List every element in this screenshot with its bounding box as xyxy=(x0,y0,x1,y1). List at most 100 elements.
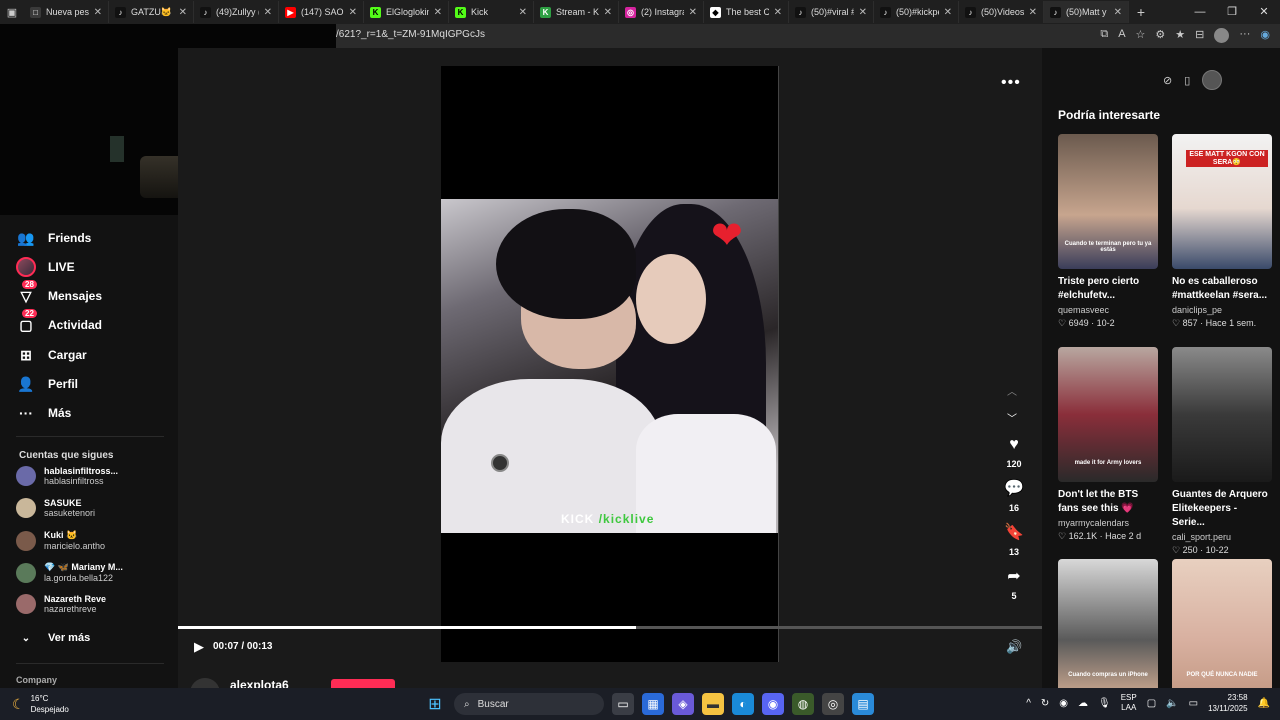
tab-close-icon[interactable]: ✕ xyxy=(1114,7,1122,18)
browser-tab[interactable]: ♪ (50)#viral # ✕ xyxy=(789,1,874,23)
windows-start-icon[interactable]: ⊞ xyxy=(424,693,446,715)
cloud-icon[interactable]: ☁ xyxy=(1078,698,1088,709)
refresh-icon[interactable]: ↻ xyxy=(1041,698,1049,709)
more-options-button[interactable]: ••• xyxy=(1001,74,1021,92)
collections-icon[interactable]: ⊟ xyxy=(1195,28,1204,43)
video-frame[interactable]: ❤ KICK /kicklive xyxy=(441,199,778,533)
card-author[interactable]: myarmycalendars xyxy=(1058,518,1158,528)
share-icon[interactable]: ➦ xyxy=(998,568,1030,586)
edge-icon[interactable]: ◐ xyxy=(732,693,754,715)
store-icon[interactable]: ▦ xyxy=(642,693,664,715)
tab-close-icon[interactable]: ✕ xyxy=(944,7,952,18)
tab-close-icon[interactable]: ✕ xyxy=(349,7,357,18)
tab-close-icon[interactable]: ✕ xyxy=(604,7,612,18)
following-account[interactable]: hablasinfiltross... hablasinfiltross xyxy=(16,466,118,486)
menu-icon[interactable]: ··· xyxy=(1239,28,1250,43)
tab-close-icon[interactable]: ✕ xyxy=(434,7,442,18)
comment-icon[interactable]: 💬 xyxy=(998,480,1030,498)
tab-actions-icon[interactable]: ▣ xyxy=(0,0,24,24)
browser-tab[interactable]: ▶ (147) SAOC ✕ xyxy=(279,1,364,23)
following-account[interactable]: Nazareth Reve nazarethreve xyxy=(16,594,106,614)
battery-icon[interactable]: ▭ xyxy=(1189,698,1198,709)
steam-icon[interactable]: ◉ xyxy=(1059,698,1068,709)
browser-tab[interactable]: ♪ (50)Matt y S ✕ xyxy=(1044,1,1129,23)
tab-close-icon[interactable]: ✕ xyxy=(774,7,782,18)
sidebar-item-friends[interactable]: 👥 Friends xyxy=(16,228,91,248)
browser-tab[interactable]: K Kick ✕ xyxy=(449,1,534,23)
progress-bar[interactable] xyxy=(178,626,1042,629)
profile-avatar[interactable] xyxy=(1214,28,1230,43)
volume-button[interactable]: 🔊 xyxy=(1006,639,1022,655)
task-view-icon[interactable]: ▭ xyxy=(612,693,634,715)
file-explorer-icon[interactable]: ▬ xyxy=(702,693,724,715)
tab-close-icon[interactable]: ✕ xyxy=(859,7,867,18)
new-tab-button[interactable]: + xyxy=(1129,4,1153,20)
card-author[interactable]: daniclips_pe xyxy=(1172,305,1272,315)
browser-tab[interactable]: □ Nueva pesta ✕ xyxy=(24,1,109,23)
favorite-icon[interactable]: ☆ xyxy=(1136,28,1146,43)
browser-tab[interactable]: ♪ (49)Zullyy (✕ xyxy=(194,1,279,23)
see-more-button[interactable]: ⌄ Ver más xyxy=(16,628,90,648)
tab-close-icon[interactable]: ✕ xyxy=(264,7,272,18)
sidebar-item-messages[interactable]: ▽ 28 Mensajes xyxy=(16,280,102,306)
heart-icon[interactable]: ♥ xyxy=(998,436,1030,454)
following-account[interactable]: Kuki 🐱 maricielo.antho xyxy=(16,530,105,551)
notifications-icon[interactable]: 🔔 xyxy=(1258,698,1270,709)
user-avatar[interactable] xyxy=(1202,70,1223,90)
microphone-icon[interactable]: 🎙 xyxy=(1098,698,1111,709)
weather-widget[interactable]: ☾ 16°C Despejado xyxy=(12,693,69,715)
card-author[interactable]: quemasveec xyxy=(1058,305,1158,315)
tab-close-icon[interactable]: ✕ xyxy=(519,7,527,18)
network-icon[interactable]: ▢ xyxy=(1147,698,1156,709)
video-thumbnail[interactable]: Cuando compras un iPhone xyxy=(1058,559,1158,694)
sidebar-item-more[interactable]: ··· Más xyxy=(16,403,71,423)
sidebar-item-activity[interactable]: ▢ 22 Actividad xyxy=(16,309,102,335)
recommended-video-card[interactable]: Cuando compras un iPhone xyxy=(1058,559,1158,694)
tab-close-icon[interactable]: ✕ xyxy=(1029,7,1037,18)
play-button[interactable]: ▶ xyxy=(194,639,204,655)
previous-video-button[interactable]: ︿ xyxy=(1007,383,1017,398)
browser-tab[interactable]: K Stream - Kic ✕ xyxy=(534,1,619,23)
recommended-video-card[interactable]: Guantes de Arquero Elitekeepers - Serie.… xyxy=(1172,347,1272,556)
recommended-video-card[interactable]: made it for Army lovers Don't let the BTS… xyxy=(1058,347,1158,542)
tab-close-icon[interactable]: ✕ xyxy=(689,7,697,18)
minimize-button[interactable]: — xyxy=(1184,0,1216,24)
card-title[interactable]: Guantes de Arquero Elitekeepers - Serie.… xyxy=(1172,488,1272,530)
tab-close-icon[interactable]: ✕ xyxy=(179,7,187,18)
video-thumbnail[interactable]: made it for Army lovers xyxy=(1058,347,1158,482)
bookmark-action[interactable]: 🔖 13 xyxy=(998,524,1030,557)
card-author[interactable]: cali_sport.peru xyxy=(1172,532,1272,542)
bookmark-icon[interactable]: 🔖 xyxy=(998,524,1030,542)
browser-tab[interactable]: ◆ The best Ch ✕ xyxy=(704,1,789,23)
video-thumbnail[interactable]: ESE MATT KGON CON SERA😳 xyxy=(1172,134,1272,269)
app-icon[interactable]: ◍ xyxy=(792,693,814,715)
discord-icon[interactable]: ◉ xyxy=(762,693,784,715)
next-video-button[interactable]: ﹀ xyxy=(1007,410,1017,425)
copilot-taskbar-icon[interactable]: ◈ xyxy=(672,693,694,715)
recommended-video-card[interactable]: Cuando te terminan pero tu ya estás Trist… xyxy=(1058,134,1158,329)
recommended-video-card[interactable]: ESE MATT KGON CON SERA😳 No es caballeroso… xyxy=(1172,134,1272,329)
browser-tab[interactable]: ♪ GATZU🐱 (✕ xyxy=(109,1,194,23)
language-indicator[interactable]: ESP LAA xyxy=(1121,693,1137,713)
app-icon[interactable]: ▤ xyxy=(852,693,874,715)
card-title[interactable]: Triste pero cierto #elchufetv... xyxy=(1058,275,1158,303)
heart-action[interactable]: ♥ 120 xyxy=(998,436,1030,469)
sidebar-item-live[interactable]: LIVE xyxy=(16,257,75,277)
device-icon[interactable]: ▯ xyxy=(1184,74,1190,87)
video-thumbnail[interactable] xyxy=(1172,347,1272,482)
extensions-icon[interactable]: ⚙ xyxy=(1155,28,1165,43)
recommended-video-card[interactable]: POR QUÉ NUNCA NADIE xyxy=(1172,559,1272,694)
browser-tab[interactable]: ♪ (50)Videos d ✕ xyxy=(959,1,1044,23)
video-player[interactable]: ❤ KICK /kicklive xyxy=(441,66,778,662)
url-field[interactable]: /621?_r=1&_t=ZM-91MqIGPGcJs xyxy=(336,29,485,40)
copilot-icon[interactable]: ◉ xyxy=(1260,28,1270,43)
taskbar-search[interactable]: ⌕ Buscar xyxy=(454,693,604,715)
video-thumbnail[interactable]: Cuando te terminan pero tu ya estás xyxy=(1058,134,1158,269)
chevron-up-icon[interactable]: ^ xyxy=(1026,698,1031,709)
browser-tab[interactable]: ◎ (2) Instagran ✕ xyxy=(619,1,704,23)
browser-tab[interactable]: ♪ (50)#kickpe ✕ xyxy=(874,1,959,23)
browser-tab[interactable]: K ElGlogloking ✕ xyxy=(364,1,449,23)
maximize-button[interactable]: ❐ xyxy=(1216,0,1248,24)
video-thumbnail[interactable]: POR QUÉ NUNCA NADIE xyxy=(1172,559,1272,694)
volume-icon[interactable]: 🔈 xyxy=(1166,698,1178,709)
